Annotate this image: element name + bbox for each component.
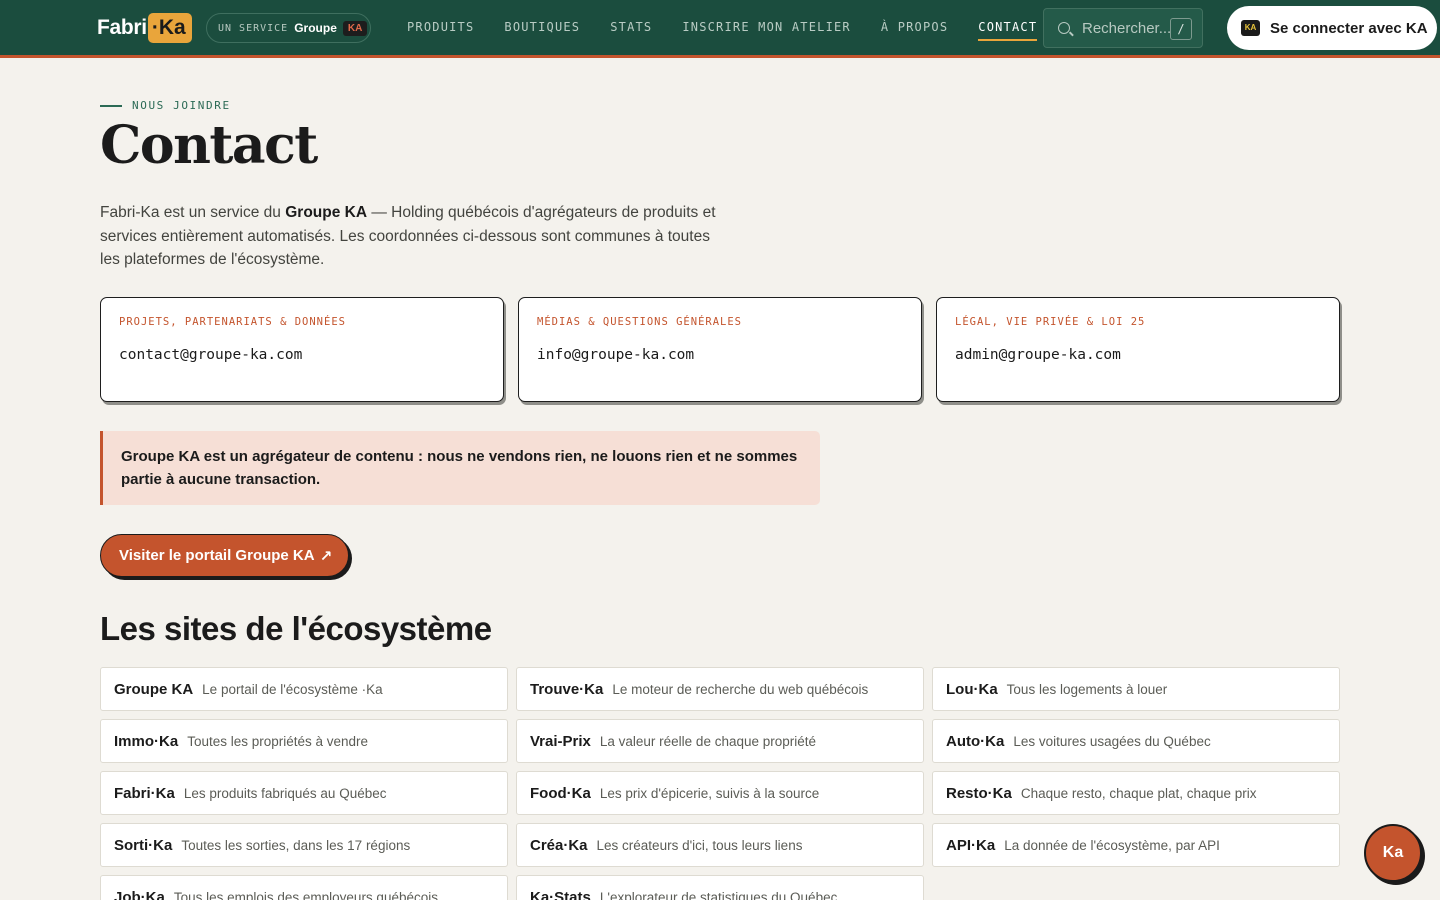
contact-email-link[interactable]: admin@groupe-ka.com (955, 347, 1321, 363)
site-name: Créa·Ka (530, 836, 588, 854)
contact-card-medias: MÉDIAS & QUESTIONS GÉNÉRALES info@groupe… (518, 297, 922, 402)
contact-card-label: PROJETS, PARTENARIATS & DONNÉES (119, 316, 346, 328)
site-desc: Les voitures usagées du Québec (1013, 733, 1211, 749)
site-desc: Toutes les propriétés à vendre (187, 733, 369, 749)
site-name: Job·Ka (114, 888, 165, 900)
nav-produits[interactable]: PRODUITS (407, 20, 474, 40)
contact-card-label: LÉGAL, VIE PRIVÉE & LOI 25 (955, 316, 1146, 328)
site-name: Fabri·Ka (114, 784, 175, 802)
site-link-resto-ka[interactable]: Resto·Ka Chaque resto, chaque plat, chaqu… (932, 771, 1340, 815)
nav-stats[interactable]: STATS (610, 20, 652, 40)
site-name: Immo·Ka (114, 732, 179, 750)
external-link-icon: ↗ (319, 547, 333, 565)
site-desc: Tous les emplois des employeurs québécoi… (173, 889, 438, 900)
site-name: Trouve·Ka (530, 680, 604, 698)
site-desc: Le moteur de recherche du web québécois (612, 681, 869, 697)
site-name: Sorti·Ka (114, 836, 173, 854)
visit-portal-button[interactable]: Visiter le portail Groupe KA ↗ (100, 534, 349, 577)
ecosystem-title: Les sites de l'écosystème (100, 610, 492, 647)
site-link-vrai-prix[interactable]: Vrai-Prix La valeur réelle de chaque prop… (516, 719, 924, 763)
service-ka-badge: KA (342, 20, 368, 36)
site-name: Resto·Ka (946, 784, 1012, 802)
contact-email-link[interactable]: info@groupe-ka.com (537, 347, 903, 363)
login-label: Se connecter avec KA (1270, 19, 1428, 37)
site-desc: La donnée de l'écosystème, par API (1004, 837, 1220, 853)
site-link-api-ka[interactable]: API·Ka La donnée de l'écosystème, par API (932, 823, 1340, 867)
site-link-immo-ka[interactable]: Immo·Ka Toutes les propriétés à vendre (100, 719, 508, 763)
site-name: API·Ka (946, 836, 996, 854)
nav-contact[interactable]: CONTACT (978, 20, 1038, 41)
search-placeholder: Rechercher... (1082, 19, 1172, 37)
site-link-lou-ka[interactable]: Lou·Ka Tous les logements à louer (932, 667, 1340, 711)
site-name: Auto·Ka (946, 732, 1005, 750)
eyebrow-line (100, 104, 122, 107)
search-input[interactable]: Rechercher... / (1043, 8, 1203, 48)
logo-text: Fabri (97, 16, 147, 39)
search-icon (1058, 22, 1070, 34)
site-link-ka-stats[interactable]: Ka·Stats L'explorateur de statistiques du… (516, 875, 924, 900)
site-desc: Les créateurs d'ici, tous leurs liens (596, 837, 803, 853)
nav-a-propos[interactable]: À PROPOS (881, 20, 948, 40)
aggregator-notice: Groupe KA est un agrégateur de contenu :… (100, 431, 820, 505)
logo-ka-badge: ·Ka (147, 13, 192, 43)
site-desc: Les produits fabriqués au Québec (183, 785, 387, 801)
eyebrow: NOUS JOINDRE (100, 99, 231, 112)
contact-email-link[interactable]: contact@groupe-ka.com (119, 347, 485, 363)
search-shortcut-key: / (1170, 18, 1192, 40)
site-name: Vrai-Prix (530, 732, 591, 750)
login-button[interactable]: KA Se connecter avec KA (1227, 6, 1437, 50)
nav-inscrire-atelier[interactable]: INSCRIRE MON ATELIER (682, 20, 851, 40)
site-desc: Les prix d'épicerie, suivis à la source (599, 785, 820, 801)
site-name: Ka·Stats (530, 888, 591, 900)
contact-card-label: MÉDIAS & QUESTIONS GÉNÉRALES (537, 316, 743, 328)
site-name: Lou·Ka (946, 680, 998, 698)
site-link-food-ka[interactable]: Food·Ka Les prix d'épicerie, suivis à la … (516, 771, 924, 815)
site-desc: La valeur réelle de chaque propriété (599, 733, 817, 749)
page-title: Contact (100, 115, 318, 176)
ka-logo-icon: KA (1241, 20, 1260, 36)
top-navbar: Fabri ·Ka UN SERVICE Groupe KA PRODUITS … (0, 0, 1440, 58)
site-link-auto-ka[interactable]: Auto·Ka Les voitures usagées du Québec (932, 719, 1340, 763)
site-name: Groupe KA (114, 680, 194, 698)
site-link-fabri-ka[interactable]: Fabri·Ka Les produits fabriqués au Québec (100, 771, 508, 815)
site-desc: L'explorateur de statistiques du Québec (599, 889, 838, 900)
site-link-job-ka[interactable]: Job·Ka Tous les emplois des employeurs qu… (100, 875, 508, 900)
contact-card-legal: LÉGAL, VIE PRIVÉE & LOI 25 admin@groupe-… (936, 297, 1340, 402)
site-desc: Tous les logements à louer (1006, 681, 1168, 697)
site-link-groupe-ka[interactable]: Groupe KA Le portail de l'écosystème ·Ka (100, 667, 508, 711)
ecosystem-sites-grid: Groupe KA Le portail de l'écosystème ·Ka … (100, 667, 1340, 900)
intro-text-1: Fabri-Ka est un service du (100, 204, 286, 221)
portal-button-label: Visiter le portail Groupe KA (119, 547, 315, 564)
eyebrow-text: NOUS JOINDRE (132, 99, 231, 112)
service-badge[interactable]: UN SERVICE Groupe KA (206, 13, 371, 43)
service-group: Groupe (294, 21, 337, 35)
site-link-trouve-ka[interactable]: Trouve·Ka Le moteur de recherche du web q… (516, 667, 924, 711)
site-link-sorti-ka[interactable]: Sorti·Ka Toutes les sorties, dans les 17 … (100, 823, 508, 867)
site-logo[interactable]: Fabri ·Ka (97, 13, 192, 43)
contact-cards: PROJETS, PARTENARIATS & DONNÉES contact@… (100, 297, 1340, 402)
contact-card-projets: PROJETS, PARTENARIATS & DONNÉES contact@… (100, 297, 504, 402)
site-name: Food·Ka (530, 784, 591, 802)
intro-paragraph: Fabri-Ka est un service du Groupe KA — H… (100, 201, 730, 272)
site-link-crea-ka[interactable]: Créa·Ka Les créateurs d'ici, tous leurs l… (516, 823, 924, 867)
site-desc: Le portail de l'écosystème ·Ka (202, 681, 383, 697)
nav-boutiques[interactable]: BOUTIQUES (504, 20, 580, 40)
service-prefix: UN SERVICE (218, 22, 289, 34)
site-desc: Toutes les sorties, dans les 17 régions (181, 837, 411, 853)
intro-bold: Groupe KA (285, 204, 368, 221)
site-desc: Chaque resto, chaque plat, chaque prix (1020, 785, 1257, 801)
ka-chat-button[interactable]: Ka (1364, 824, 1422, 882)
main-nav: PRODUITS BOUTIQUES STATS INSCRIRE MON AT… (407, 20, 1067, 41)
